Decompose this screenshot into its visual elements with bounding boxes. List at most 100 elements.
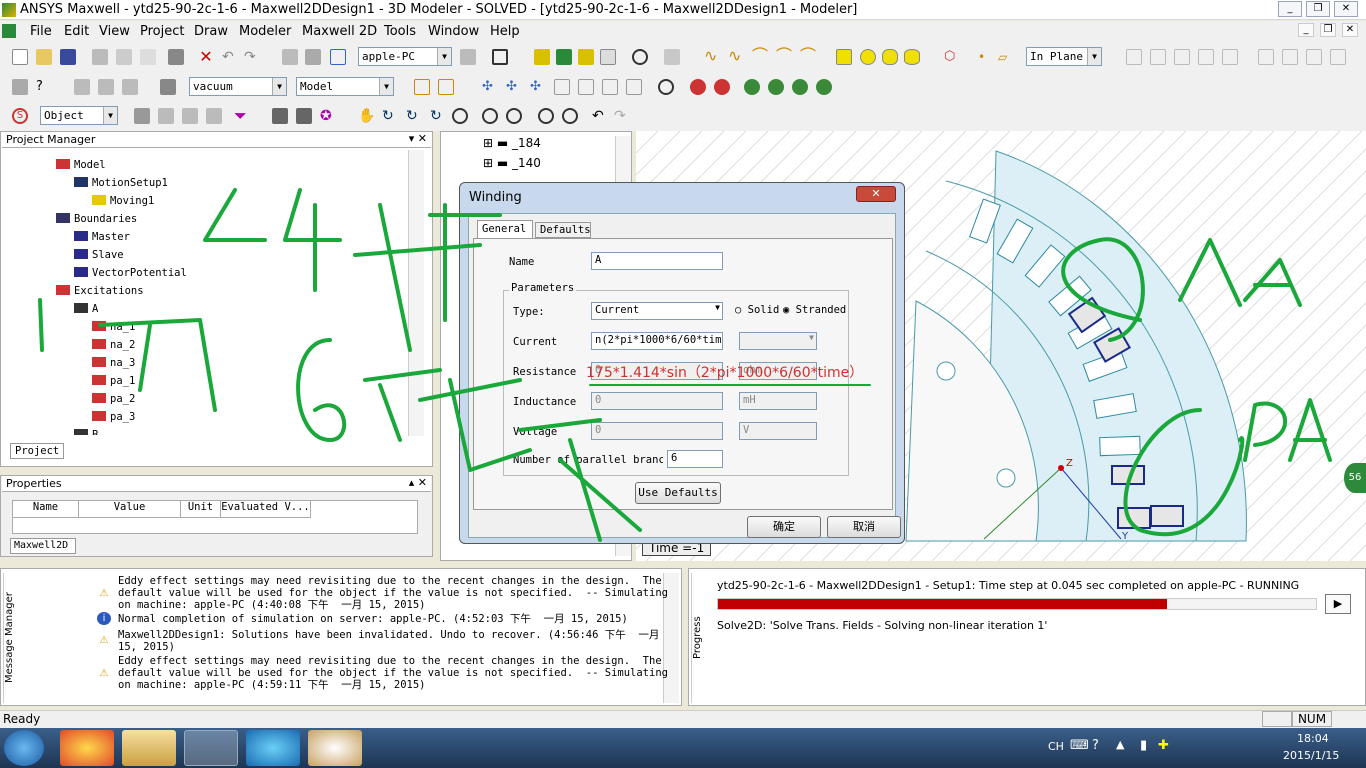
mesh-op-icon[interactable]: ✣ bbox=[530, 79, 546, 95]
mirror-icon[interactable] bbox=[1258, 49, 1274, 65]
menu-maxwell2d[interactable]: Maxwell 2D bbox=[302, 24, 377, 39]
print-icon[interactable] bbox=[168, 49, 184, 65]
results-icon[interactable] bbox=[578, 49, 594, 65]
model-item-184[interactable]: ⊞ ▬ _184 bbox=[483, 136, 541, 150]
filter-icon[interactable]: ⏷ bbox=[234, 108, 250, 124]
zoom-in-icon[interactable] bbox=[482, 108, 498, 124]
save-icon[interactable] bbox=[60, 49, 76, 65]
select-edges-icon[interactable] bbox=[158, 108, 174, 124]
side-badge-icon[interactable]: 56 bbox=[1344, 463, 1366, 493]
hide-selected-icon[interactable] bbox=[714, 79, 730, 95]
matrix-icon[interactable] bbox=[664, 49, 680, 65]
face-cs-icon[interactable] bbox=[438, 79, 454, 95]
mdi-restore-button[interactable]: ❐ bbox=[1320, 23, 1336, 37]
matrix-assign-icon[interactable] bbox=[626, 79, 642, 95]
tree-item[interactable]: Boundaries bbox=[56, 213, 137, 225]
language-indicator[interactable]: CH bbox=[1048, 740, 1064, 753]
view-show-icon[interactable] bbox=[744, 79, 760, 95]
view-hide-icon[interactable] bbox=[792, 79, 808, 95]
menu-edit[interactable]: Edit bbox=[64, 24, 89, 39]
taskbar-maxwell-icon[interactable] bbox=[184, 730, 238, 766]
radio-solid[interactable]: ○ Solid bbox=[735, 304, 779, 316]
start-button[interactable] bbox=[4, 730, 44, 766]
tree-item[interactable]: A bbox=[74, 303, 98, 315]
parameter-icon[interactable] bbox=[554, 79, 570, 95]
voltage-unit[interactable]: V bbox=[739, 422, 817, 440]
new-file-icon[interactable] bbox=[12, 49, 28, 65]
menu-help[interactable]: Help bbox=[490, 24, 520, 39]
draw-ellipse-icon[interactable] bbox=[904, 49, 920, 65]
view-forward-icon[interactable]: ↷ bbox=[614, 108, 630, 124]
taskbar-media-icon[interactable] bbox=[60, 730, 114, 766]
taskbar-ie-icon[interactable] bbox=[246, 730, 300, 766]
torque-icon[interactable] bbox=[578, 79, 594, 95]
select-multi-icon[interactable] bbox=[206, 108, 222, 124]
show-all-icon[interactable] bbox=[658, 79, 674, 95]
force-icon[interactable] bbox=[602, 79, 618, 95]
select-icon[interactable] bbox=[282, 49, 298, 65]
intersect-icon[interactable] bbox=[1174, 49, 1190, 65]
select-face-icon[interactable] bbox=[305, 49, 321, 65]
draw-spline-icon[interactable]: ∿ bbox=[728, 48, 744, 65]
ok-button[interactable]: 确定 bbox=[747, 516, 821, 538]
tree-item[interactable]: Slave bbox=[74, 249, 124, 261]
tray-expand-icon[interactable]: ▲ bbox=[1116, 738, 1124, 751]
select-pointer-icon[interactable] bbox=[330, 49, 346, 65]
mdi-minimize-button[interactable]: _ bbox=[1298, 23, 1314, 37]
subtract-icon[interactable] bbox=[1150, 49, 1166, 65]
voltage-field[interactable]: 0 bbox=[591, 422, 723, 440]
menu-tools[interactable]: Tools bbox=[384, 24, 416, 39]
network-tray-icon[interactable]: ▮ bbox=[1140, 738, 1147, 753]
pane-close-icon[interactable]: ▾ ✕ bbox=[409, 132, 427, 145]
tree-item[interactable]: Master bbox=[74, 231, 130, 243]
delete-icon[interactable]: ✕ bbox=[198, 49, 214, 65]
view-back-icon[interactable]: ↶ bbox=[592, 108, 608, 124]
tab-project[interactable]: Project bbox=[10, 443, 64, 459]
current-field[interactable]: n(2*pi*1000*6/60*time) bbox=[591, 332, 723, 350]
select-object-icon[interactable]: S bbox=[12, 108, 28, 124]
zoom-out-icon[interactable] bbox=[506, 108, 522, 124]
measure-icon[interactable] bbox=[272, 108, 288, 124]
progress-play-button[interactable]: ▶ bbox=[1325, 594, 1351, 614]
restore-button[interactable]: ❐ bbox=[1306, 1, 1330, 17]
pan-icon[interactable]: ✋ bbox=[358, 108, 375, 124]
properties-close-icon[interactable]: ▴ ✕ bbox=[409, 476, 427, 489]
plane-select[interactable]: In Plane ▼ bbox=[1026, 47, 1102, 66]
tree-item[interactable]: B bbox=[74, 429, 98, 435]
parallel-branches-field[interactable]: 6 bbox=[667, 450, 723, 468]
use-defaults-button[interactable]: Use Defaults bbox=[635, 482, 721, 504]
tree-item[interactable]: VectorPotential bbox=[74, 267, 187, 279]
draw-arc-center-icon[interactable]: ⌒ bbox=[776, 48, 792, 65]
zoom-fit-icon[interactable] bbox=[538, 108, 554, 124]
open-folder-icon[interactable] bbox=[36, 49, 52, 65]
menu-view[interactable]: View bbox=[99, 24, 130, 39]
view-all-icon[interactable] bbox=[816, 79, 832, 95]
type-select[interactable]: Current ▼ bbox=[591, 302, 723, 320]
duplicate-icon[interactable] bbox=[1330, 49, 1346, 65]
paste-icon[interactable] bbox=[140, 49, 156, 65]
model-item-140[interactable]: ⊞ ▬ _140 bbox=[483, 156, 541, 170]
inductance-field[interactable]: 0 bbox=[591, 392, 723, 410]
imprint-icon[interactable] bbox=[1198, 49, 1214, 65]
solid-attr-icon[interactable] bbox=[98, 79, 114, 95]
zoom-icon[interactable] bbox=[452, 108, 468, 124]
help-pointer-icon[interactable]: ? bbox=[36, 79, 52, 95]
tree-item[interactable]: Excitations bbox=[56, 285, 144, 297]
draw-equation-icon[interactable]: ⌒ bbox=[800, 48, 816, 65]
menu-project[interactable]: Project bbox=[140, 24, 184, 39]
help-icon[interactable]: ? bbox=[1092, 738, 1099, 753]
menu-file[interactable]: File bbox=[30, 24, 52, 39]
draw-polygon-icon[interactable] bbox=[882, 49, 898, 65]
validate-icon[interactable] bbox=[492, 49, 508, 65]
current-unit-select[interactable]: ▼ bbox=[739, 332, 817, 350]
object-attributes-icon[interactable] bbox=[74, 79, 90, 95]
material-icon[interactable] bbox=[160, 79, 176, 95]
draw-line-icon[interactable]: ∿ bbox=[704, 48, 720, 65]
orbit-icon[interactable]: ↻ bbox=[406, 108, 422, 124]
rotate-icon[interactable] bbox=[1282, 49, 1298, 65]
dialog-close-button[interactable]: ✕ bbox=[856, 186, 896, 202]
name-field[interactable]: A bbox=[591, 252, 723, 270]
tab-maxwell2d[interactable]: Maxwell2D bbox=[10, 538, 76, 554]
unite-icon[interactable] bbox=[1126, 49, 1142, 65]
sheet-attr-icon[interactable] bbox=[122, 79, 138, 95]
